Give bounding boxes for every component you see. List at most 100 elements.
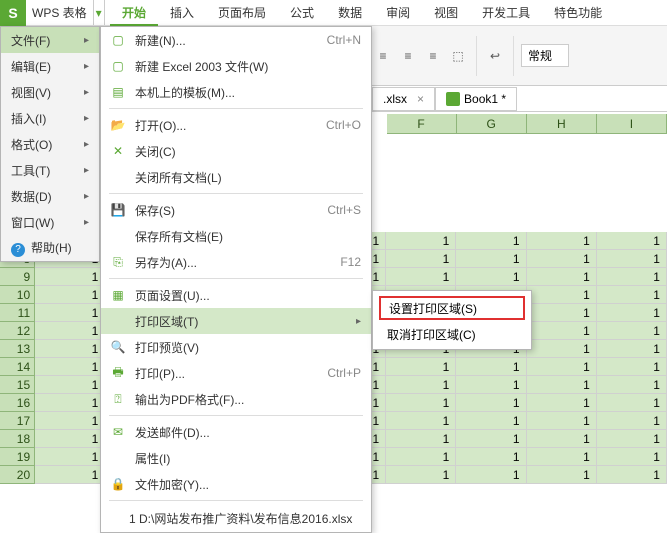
cell[interactable]: 1	[456, 394, 526, 412]
cell[interactable]: 1	[386, 376, 456, 394]
cell[interactable]: 1	[35, 358, 105, 376]
doc-tab-2[interactable]: Book1 *	[435, 87, 517, 111]
doc-tab-1[interactable]: .xlsx ×	[372, 87, 435, 111]
cell[interactable]: 1	[597, 430, 667, 448]
cell[interactable]: 1	[527, 412, 597, 430]
cell[interactable]: 1	[456, 268, 526, 286]
cell[interactable]: 1	[456, 466, 526, 484]
cell[interactable]: 1	[386, 394, 456, 412]
cell[interactable]: 1	[386, 250, 456, 268]
cell[interactable]: 1	[35, 304, 105, 322]
cell[interactable]: 1	[527, 268, 597, 286]
cell[interactable]: 1	[386, 466, 456, 484]
cell[interactable]: 1	[35, 430, 105, 448]
cell[interactable]: 1	[386, 448, 456, 466]
row-header[interactable]: 15	[0, 376, 35, 394]
column-header[interactable]: G	[457, 114, 527, 134]
cell[interactable]: 1	[597, 376, 667, 394]
cell[interactable]: 1	[527, 394, 597, 412]
cell[interactable]: 1	[597, 250, 667, 268]
row-header[interactable]: 16	[0, 394, 35, 412]
file-menu-item[interactable]: 🔒文件加密(Y)...	[101, 471, 371, 497]
print-area-menu-item[interactable]: 设置打印区域(S)	[379, 296, 525, 320]
ribbon-tab[interactable]: 开发工具	[470, 0, 542, 26]
file-menu-item[interactable]: ✉发送邮件(D)...	[101, 419, 371, 445]
file-menu-item[interactable]: 属性(I)	[101, 445, 371, 471]
cell[interactable]: 1	[386, 232, 456, 250]
file-menu-item[interactable]: 🔍打印预览(V)	[101, 334, 371, 360]
ribbon-tab[interactable]: 页面布局	[206, 0, 278, 26]
column-header[interactable]: I	[597, 114, 667, 134]
cell[interactable]: 1	[35, 394, 105, 412]
cell[interactable]: 1	[527, 376, 597, 394]
cell[interactable]: 1	[527, 250, 597, 268]
align-right-icon[interactable]: ≡	[422, 45, 444, 67]
main-menu-item[interactable]: ?帮助(H)	[1, 235, 99, 261]
row-header[interactable]: 12	[0, 322, 35, 340]
cell[interactable]: 1	[35, 412, 105, 430]
cell[interactable]: 1	[386, 430, 456, 448]
cell[interactable]: 1	[597, 340, 667, 358]
cell[interactable]: 1	[35, 286, 105, 304]
main-menu-item[interactable]: 视图(V)▸	[1, 79, 99, 105]
print-area-menu-item[interactable]: 取消打印区域(C)	[373, 322, 531, 346]
file-menu-item[interactable]: ▢新建 Excel 2003 文件(W)	[101, 53, 371, 79]
cell[interactable]: 1	[35, 466, 105, 484]
cell[interactable]: 1	[597, 448, 667, 466]
cell[interactable]: 1	[386, 268, 456, 286]
row-header[interactable]: 19	[0, 448, 35, 466]
file-menu-item[interactable]: 📂打开(O)...Ctrl+O	[101, 112, 371, 138]
file-menu-item[interactable]: ⎘另存为(A)...F12	[101, 249, 371, 275]
cell[interactable]: 1	[35, 322, 105, 340]
row-header[interactable]: 13	[0, 340, 35, 358]
cell[interactable]: 1	[456, 358, 526, 376]
ribbon-tab[interactable]: 开始	[110, 0, 158, 26]
ribbon-tab[interactable]: 公式	[278, 0, 326, 26]
cell[interactable]: 1	[386, 412, 456, 430]
cell[interactable]: 1	[597, 232, 667, 250]
align-center-icon[interactable]: ≡	[397, 45, 419, 67]
column-header[interactable]: F	[387, 114, 457, 134]
main-menu-item[interactable]: 窗口(W)▸	[1, 209, 99, 235]
row-header[interactable]: 10	[0, 286, 35, 304]
cell[interactable]: 1	[597, 394, 667, 412]
cell[interactable]: 1	[35, 340, 105, 358]
cell[interactable]: 1	[35, 376, 105, 394]
wrap-icon[interactable]: ↩	[484, 45, 506, 67]
ribbon-tab[interactable]: 视图	[422, 0, 470, 26]
cell[interactable]: 1	[527, 448, 597, 466]
ribbon-tab[interactable]: 特色功能	[542, 0, 614, 26]
main-menu-item[interactable]: 数据(D)▸	[1, 183, 99, 209]
cell[interactable]: 1	[456, 376, 526, 394]
cell[interactable]: 1	[527, 340, 597, 358]
close-icon[interactable]: ×	[417, 92, 424, 106]
row-header[interactable]: 20	[0, 466, 35, 484]
cell[interactable]: 1	[597, 286, 667, 304]
file-menu-item[interactable]: 保存所有文档(E)	[101, 223, 371, 249]
file-menu-item[interactable]: 💾保存(S)Ctrl+S	[101, 197, 371, 223]
cell[interactable]: 1	[527, 358, 597, 376]
merge-icon[interactable]: ⬚	[447, 45, 469, 67]
cell[interactable]: 1	[35, 268, 105, 286]
cell[interactable]: 1	[35, 448, 105, 466]
cell[interactable]: 1	[597, 304, 667, 322]
cell[interactable]: 1	[527, 430, 597, 448]
app-dropdown-icon[interactable]: ▾	[93, 0, 105, 25]
cell[interactable]: 1	[527, 466, 597, 484]
row-header[interactable]: 17	[0, 412, 35, 430]
column-header[interactable]: H	[527, 114, 597, 134]
file-menu-item[interactable]: ▤本机上的模板(M)...	[101, 79, 371, 105]
cell[interactable]: 1	[597, 358, 667, 376]
cell[interactable]: 1	[597, 322, 667, 340]
cell[interactable]: 1	[456, 232, 526, 250]
ribbon-tab[interactable]: 数据	[326, 0, 374, 26]
file-menu-item[interactable]: ▢新建(N)...Ctrl+N	[101, 27, 371, 53]
row-header[interactable]: 9	[0, 268, 35, 286]
align-left-icon[interactable]: ≡	[372, 45, 394, 67]
main-menu-item[interactable]: 文件(F)▸	[1, 27, 99, 53]
file-menu-item[interactable]: ▦页面设置(U)...	[101, 282, 371, 308]
main-menu-item[interactable]: 插入(I)▸	[1, 105, 99, 131]
cell[interactable]: 1	[527, 232, 597, 250]
main-menu-item[interactable]: 工具(T)▸	[1, 157, 99, 183]
main-menu-item[interactable]: 编辑(E)▸	[1, 53, 99, 79]
